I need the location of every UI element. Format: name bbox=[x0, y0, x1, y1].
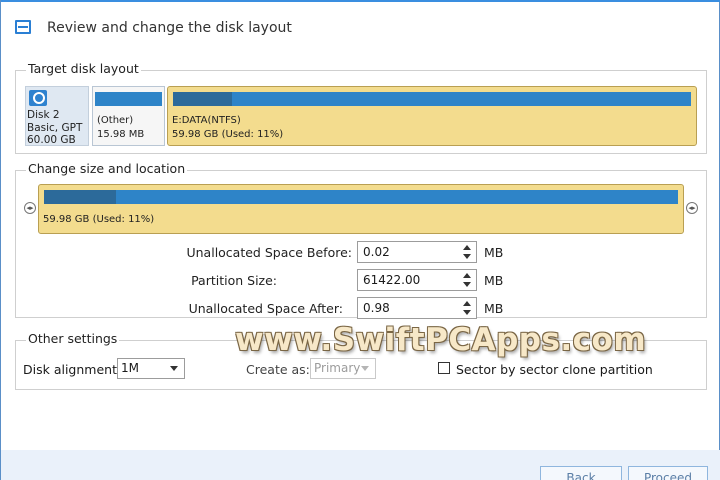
unallocated-after-value: 0.98 bbox=[363, 301, 390, 315]
left-resize-handle-icon[interactable]: ◂▸ bbox=[24, 202, 36, 214]
partition-size-label: Partition Size: bbox=[191, 273, 277, 288]
partition-data[interactable]: E:DATA(NTFS) 59.98 GB (Used: 11%) bbox=[167, 86, 697, 146]
partition-data-bar bbox=[173, 92, 691, 106]
partition-size-value: 61422.00 bbox=[363, 273, 421, 287]
unallocated-after-unit: MB bbox=[484, 301, 504, 316]
create-as-select[interactable]: Primary bbox=[310, 358, 376, 379]
sector-clone-label: Sector by sector clone partition bbox=[456, 362, 653, 377]
target-disk-panel-title: Target disk layout bbox=[26, 61, 141, 76]
watermark-text: www.SwiftPCApps.com bbox=[235, 322, 647, 358]
disk-type: Basic, GPT bbox=[27, 122, 83, 134]
partition-other-usage-bar bbox=[95, 92, 162, 106]
partition-data-used-bar bbox=[173, 92, 232, 106]
sector-clone-checkbox[interactable] bbox=[438, 362, 450, 374]
disk-size: 60.00 GB bbox=[27, 134, 76, 146]
proceed-button[interactable]: Proceed bbox=[628, 466, 708, 480]
partition-other[interactable]: (Other) 15.98 MB bbox=[92, 86, 165, 146]
disk-alignment-select[interactable]: 1M bbox=[117, 358, 185, 379]
create-as-label: Create as: bbox=[246, 362, 310, 377]
partition-data-size: 59.98 GB (Used: 11%) bbox=[172, 129, 284, 140]
chevron-down-icon bbox=[361, 366, 369, 371]
spin-arrows-icon[interactable] bbox=[463, 272, 472, 288]
resize-bar-text: 59.98 GB (Used: 11%) bbox=[43, 214, 155, 225]
disk-alignment-value: 1M bbox=[121, 361, 139, 375]
resize-bar-fill bbox=[44, 190, 678, 204]
resize-bar-used bbox=[44, 190, 116, 204]
disk-icon bbox=[29, 90, 47, 106]
disk-card[interactable]: Disk 2 Basic, GPT 60.00 GB bbox=[25, 86, 89, 146]
partition-size-input[interactable]: 61422.00 bbox=[357, 269, 477, 291]
unallocated-before-unit: MB bbox=[484, 245, 504, 260]
resize-panel-title: Change size and location bbox=[26, 161, 188, 176]
chevron-down-icon bbox=[170, 366, 178, 371]
disk-alignment-label: Disk alignment: bbox=[23, 362, 122, 377]
right-resize-handle-icon[interactable]: ◂▸ bbox=[686, 202, 698, 214]
unallocated-before-value: 0.02 bbox=[363, 245, 390, 259]
disk-name: Disk 2 bbox=[27, 109, 60, 121]
create-as-value: Primary bbox=[314, 361, 361, 375]
partition-other-label: (Other) bbox=[97, 115, 134, 126]
back-button[interactable]: Back bbox=[540, 466, 622, 480]
resize-partition-bar[interactable]: 59.98 GB (Used: 11%) bbox=[38, 184, 684, 234]
unallocated-after-label: Unallocated Space After: bbox=[188, 301, 343, 316]
unallocated-before-label: Unallocated Space Before: bbox=[186, 245, 352, 260]
spin-arrows-icon[interactable] bbox=[463, 244, 472, 260]
dialog-window: Review and change the disk layout Target… bbox=[0, 0, 720, 480]
window-icon bbox=[15, 20, 31, 34]
spin-arrows-icon[interactable] bbox=[463, 300, 472, 316]
unallocated-before-input[interactable]: 0.02 bbox=[357, 241, 477, 263]
partition-other-size: 15.98 MB bbox=[97, 129, 145, 140]
partition-data-label: E:DATA(NTFS) bbox=[172, 115, 241, 126]
other-settings-title: Other settings bbox=[26, 331, 120, 346]
window-title: Review and change the disk layout bbox=[47, 20, 292, 36]
title-bar: Review and change the disk layout bbox=[1, 2, 720, 50]
partition-size-unit: MB bbox=[484, 273, 504, 288]
unallocated-after-input[interactable]: 0.98 bbox=[357, 297, 477, 319]
